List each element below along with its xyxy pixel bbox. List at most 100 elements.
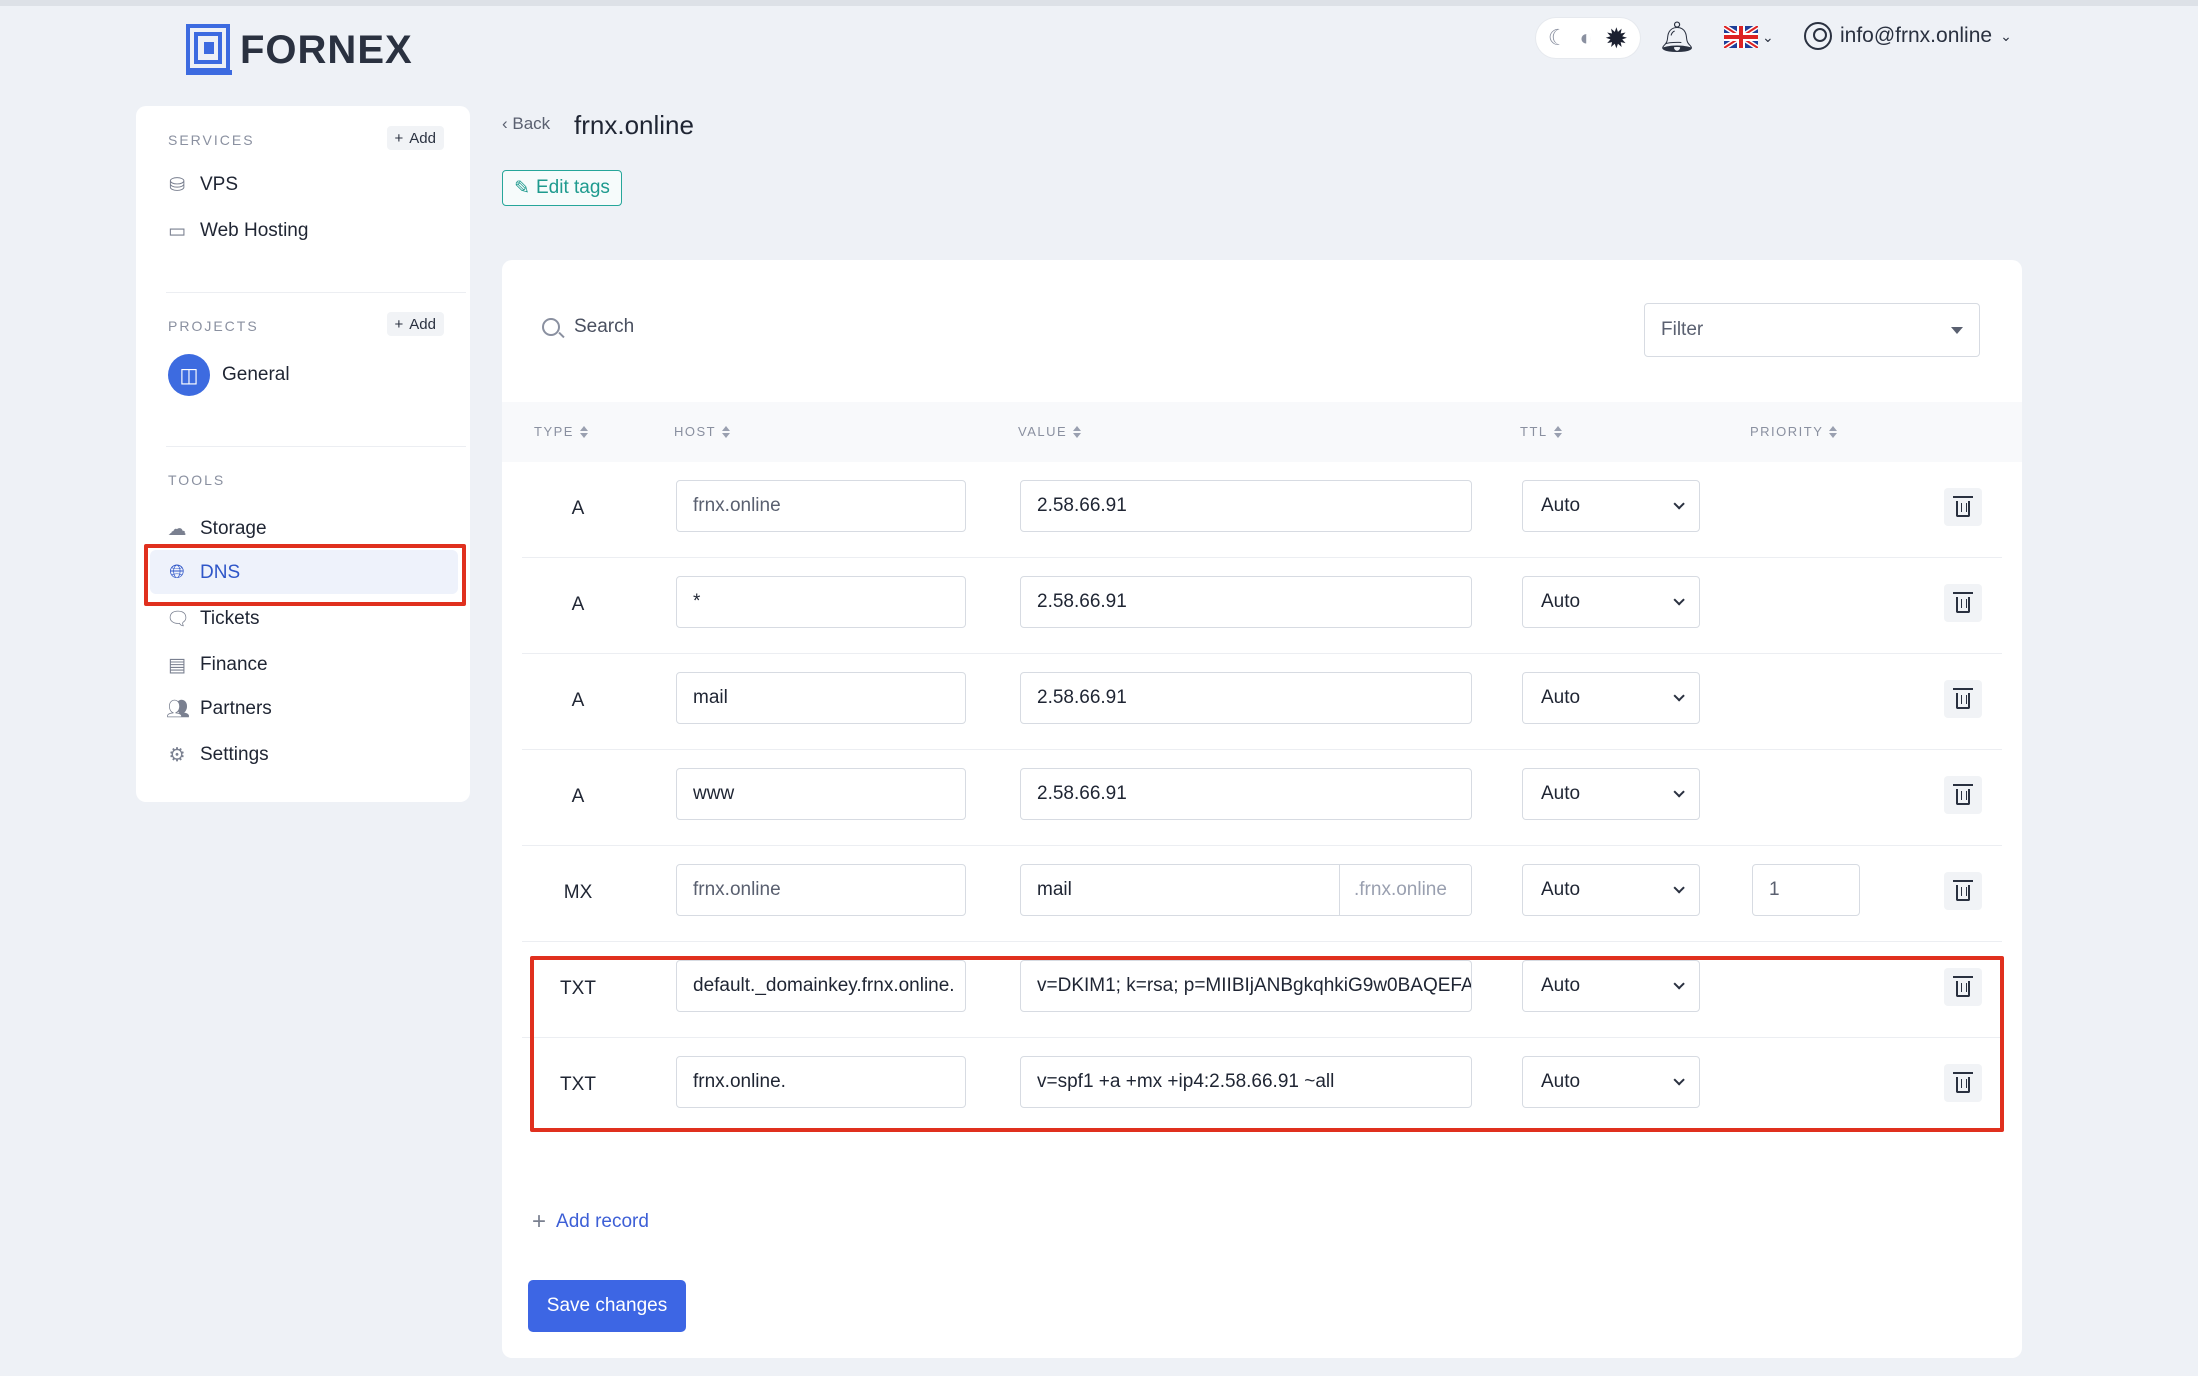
filter-select[interactable]: Filter [1644,303,1980,357]
save-changes-button[interactable]: Save changes [528,1280,686,1332]
credit-card-icon: ▤ [168,654,186,676]
value-suffix: .frnx.online [1339,865,1471,915]
record-type: A [571,786,585,807]
column-header-value[interactable]: VALUE [1018,424,1082,439]
sidebar-item-storage[interactable]: ☁︎ Storage [166,512,267,546]
add-record-button[interactable]: + Add record [532,1208,649,1236]
moon-icon[interactable]: ☾ [1548,25,1568,51]
cloud-icon: ☁︎ [167,518,187,540]
value-input[interactable]: 2.58.66.91 [1020,768,1472,820]
host-input[interactable]: www [676,768,966,820]
host-input[interactable]: mail [676,672,966,724]
value-input[interactable]: 2.58.66.91 [1020,576,1472,628]
ttl-select[interactable]: Auto [1522,864,1700,916]
value-input[interactable]: 2.58.66.91 [1020,672,1472,724]
user-circle-icon [1804,22,1832,50]
ttl-select[interactable]: Auto [1522,480,1700,532]
ttl-select[interactable]: Auto [1522,768,1700,820]
project-avatar-icon: ◫ [168,354,210,396]
delete-record-button[interactable] [1944,872,1982,910]
column-header-host[interactable]: HOST [674,424,731,439]
chat-bubbles-icon: 🗨︎ [166,609,191,630]
fornex-logo[interactable]: FORNEX [186,24,413,76]
search-icon [542,318,560,336]
back-link[interactable]: ‹ Back [502,114,550,134]
user-email: info@frnx.online [1840,24,1993,47]
host-input[interactable]: * [676,576,966,628]
chevron-down-icon: ⌄ [1762,28,1774,45]
chevron-down-icon [1673,690,1685,702]
dns-records-card: Search Filter TYPE HOST VALUE TTL PRIORI… [502,260,2022,1358]
sort-icon [579,425,588,438]
sidebar-item-vps[interactable]: ⛁ VPS [166,168,238,202]
services-section-title: SERVICES [168,132,255,148]
record-type: A [571,690,585,711]
host-input[interactable]: frnx.online [676,864,966,916]
table-row: MX frnx.online mail .frnx.online Auto 1 [522,846,2002,942]
divider [166,446,466,447]
delete-record-button[interactable] [1944,584,1982,622]
chevron-down-icon [1673,786,1685,798]
ttl-select[interactable]: Auto [1522,672,1700,724]
column-header-priority[interactable]: PRIORITY [1750,424,1838,439]
theme-switch[interactable]: ☾ ◐ ✹ [1536,18,1640,58]
trash-icon [1953,880,1973,901]
sort-icon [722,425,731,438]
chevron-down-icon [1673,498,1685,510]
sidebar-item-finance[interactable]: ▤ Finance [166,648,268,682]
value-input[interactable]: mail .frnx.online [1020,864,1472,916]
logo-text: FORNEX [240,27,413,72]
plus-icon: + [394,129,404,147]
delete-record-button[interactable] [1944,488,1982,526]
delete-record-button[interactable] [1944,680,1982,718]
add-service-button[interactable]: + Add [386,126,444,150]
people-icon: 👥︎ [166,699,191,720]
sort-icon [1073,425,1082,438]
user-menu[interactable]: info@frnx.online ⌄ [1804,22,2012,50]
table-row: A frnx.online 2.58.66.91 Auto [522,462,2002,558]
ttl-select[interactable]: Auto [1522,576,1700,628]
search-input[interactable]: Search [542,316,634,338]
server-icon: ⛁ [169,174,185,196]
tools-section-title: TOOLS [168,472,226,488]
divider [166,292,466,293]
column-header-ttl[interactable]: TTL [1520,424,1562,439]
host-input[interactable]: frnx.online [676,480,966,532]
table-row: A mail 2.58.66.91 Auto [522,654,2002,750]
edit-tags-button[interactable]: ✎ Edit tags [502,170,622,206]
column-header-type[interactable]: TYPE [534,424,588,439]
trash-icon [1953,592,1973,613]
projects-section-title: PROJECTS [168,318,259,334]
chevron-down-icon: ⌄ [2000,27,2012,44]
txt-records-highlight-box [530,956,2004,1132]
value-input[interactable]: 2.58.66.91 [1020,480,1472,532]
record-type: A [571,594,585,615]
sidebar-item-partners[interactable]: 👥︎ Partners [166,692,272,726]
trash-icon [1953,784,1973,805]
top-strip [0,0,2198,6]
record-type: A [571,498,585,519]
sort-icon [1829,425,1838,438]
sidebar: SERVICES + Add ⛁ VPS ▭ Web Hosting PROJEC… [136,106,470,802]
priority-input[interactable]: 1 [1752,864,1860,916]
bell-icon[interactable]: 🔔︎ [1658,20,1696,55]
trash-icon [1953,688,1973,709]
project-general[interactable]: ◫ General [168,354,290,396]
sort-icon [1553,425,1562,438]
record-type: MX [563,882,593,903]
browser-window-icon: ▭ [168,220,186,242]
auto-theme-icon[interactable]: ◐ [1579,25,1592,51]
gear-icon: ⚙︎ [168,744,186,766]
plus-icon: + [394,315,404,333]
sidebar-item-web-hosting[interactable]: ▭ Web Hosting [166,214,308,248]
language-selector[interactable]: ⌄ [1724,26,1774,48]
sidebar-item-settings[interactable]: ⚙︎ Settings [166,738,268,772]
sun-icon[interactable]: ✹ [1605,22,1628,55]
page-title: frnx.online [574,110,694,140]
delete-record-button[interactable] [1944,776,1982,814]
dns-highlight-box [144,544,466,606]
edit-icon: ✎ [514,177,530,199]
add-project-button[interactable]: + Add [386,312,444,336]
sidebar-item-tickets[interactable]: 🗨︎ Tickets [166,602,259,636]
caret-down-icon [1951,326,1963,334]
